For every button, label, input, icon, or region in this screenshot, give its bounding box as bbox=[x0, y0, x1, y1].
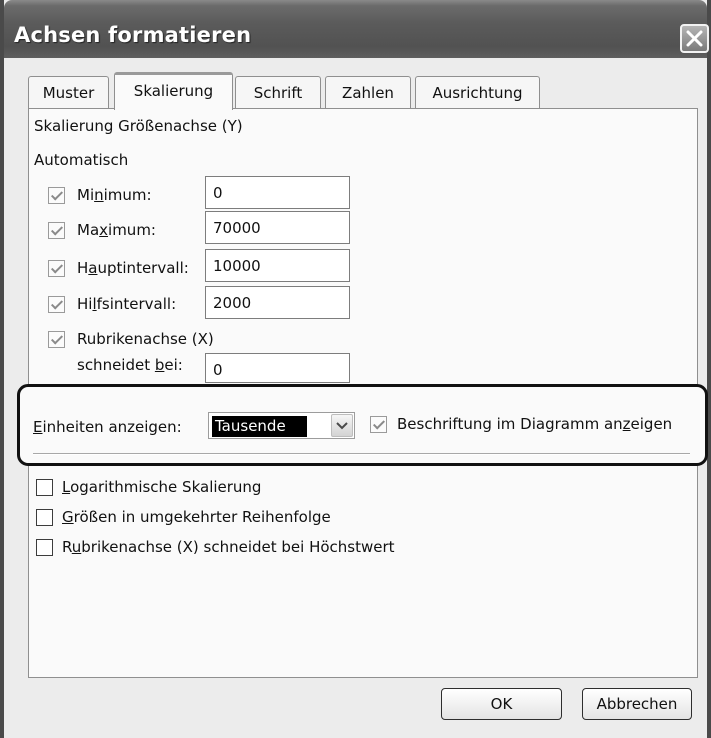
minor-unit-label: Hilfsintervall: bbox=[77, 295, 177, 313]
minimum-label: Minimum: bbox=[77, 186, 152, 204]
log-scale-checkbox[interactable] bbox=[36, 479, 53, 496]
log-scale-label: Logarithmische Skalierung bbox=[62, 478, 262, 496]
crosses-at-max-label: Rubrikenachse (X) schneidet bei Höchstwe… bbox=[62, 538, 395, 556]
separator bbox=[33, 453, 690, 455]
crosses-input[interactable]: 0 bbox=[205, 353, 350, 383]
reverse-order-checkbox[interactable] bbox=[36, 509, 53, 526]
close-icon bbox=[686, 30, 703, 47]
section-title: Skalierung Größenachse (Y) bbox=[34, 117, 243, 135]
display-units-selected: Tausende bbox=[212, 416, 307, 437]
dialog-title: Achsen formatieren bbox=[14, 23, 252, 47]
minimum-input[interactable]: 0 bbox=[205, 176, 350, 209]
display-units-select[interactable]: Tausende bbox=[208, 412, 355, 439]
minimum-auto-checkbox[interactable] bbox=[48, 187, 65, 204]
major-unit-input[interactable]: 10000 bbox=[205, 249, 350, 282]
title-bar[interactable]: Achsen formatieren bbox=[4, 0, 709, 58]
crosses-label: Rubrikenachse (X) bbox=[77, 330, 214, 348]
maximum-auto-checkbox[interactable] bbox=[48, 222, 65, 239]
minor-unit-auto-checkbox[interactable] bbox=[48, 296, 65, 313]
tab-ausrichtung[interactable]: Ausrichtung bbox=[415, 76, 540, 109]
ok-button[interactable]: OK bbox=[441, 688, 562, 720]
reverse-order-label: Größen in umgekehrter Reihenfolge bbox=[62, 508, 331, 526]
chevron-down-icon bbox=[336, 422, 348, 430]
auto-header: Automatisch bbox=[34, 151, 129, 169]
tab-muster[interactable]: Muster bbox=[28, 76, 109, 109]
dropdown-button[interactable] bbox=[331, 414, 353, 437]
crosses-at-max-checkbox[interactable] bbox=[36, 539, 53, 556]
tab-skalierung[interactable]: Skalierung bbox=[114, 72, 233, 110]
maximum-label: Maximum: bbox=[77, 221, 156, 239]
tab-zahlen[interactable]: Zahlen bbox=[325, 76, 411, 109]
crosses-auto-checkbox[interactable] bbox=[48, 331, 65, 348]
show-label-checkbox[interactable] bbox=[370, 416, 387, 433]
minor-unit-input[interactable]: 2000 bbox=[205, 286, 350, 319]
close-button[interactable] bbox=[680, 24, 709, 53]
crosses-sub-label: schneidet bei: bbox=[77, 356, 183, 374]
major-unit-auto-checkbox[interactable] bbox=[48, 260, 65, 277]
cancel-button[interactable]: Abbrechen bbox=[582, 688, 692, 720]
show-label-text: Beschriftung im Diagramm anzeigen bbox=[397, 415, 673, 433]
display-units-label: Einheiten anzeigen: bbox=[33, 418, 182, 436]
maximum-input[interactable]: 70000 bbox=[205, 211, 350, 244]
major-unit-label: Hauptintervall: bbox=[77, 259, 189, 277]
tab-schrift[interactable]: Schrift bbox=[235, 76, 321, 109]
